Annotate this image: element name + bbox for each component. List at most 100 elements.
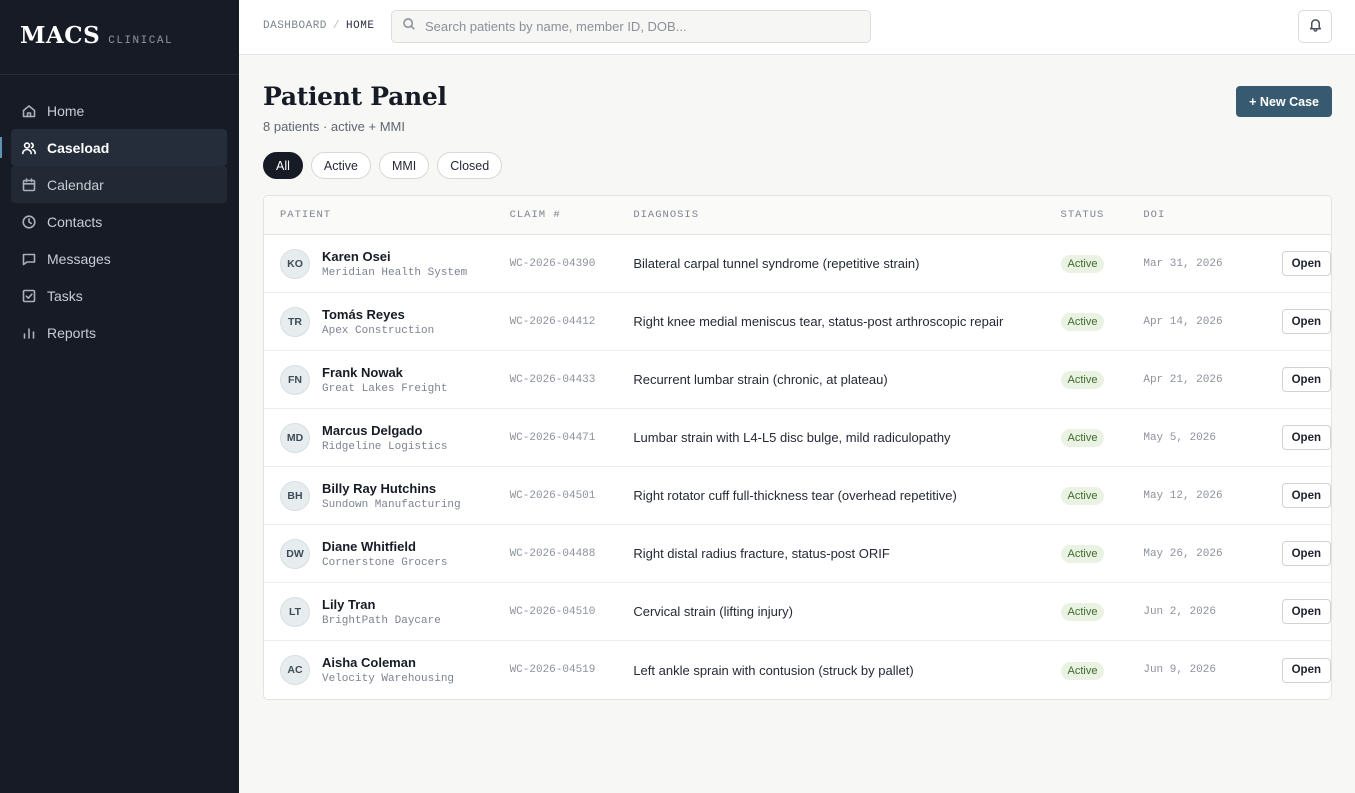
sidebar-item-messages[interactable]: Messages bbox=[0, 240, 227, 277]
clock-icon bbox=[20, 213, 38, 231]
patient-info: Tomás Reyes Apex Construction bbox=[322, 307, 434, 337]
breadcrumb: DASHBOARD / HOME bbox=[263, 20, 374, 32]
diagnosis: Right rotator cuff full-thickness tear (… bbox=[633, 488, 957, 503]
filter-closed[interactable]: Closed bbox=[437, 152, 503, 179]
filter-all[interactable]: All bbox=[263, 152, 303, 179]
claim-number: WC-2026-04501 bbox=[509, 489, 596, 502]
sidebar-nav: Home Caseload Calendar Contacts Messages Task… bbox=[0, 75, 239, 351]
patient-name[interactable]: Billy Ray Hutchins bbox=[322, 481, 461, 496]
sidebar-item-reports[interactable]: Reports bbox=[0, 314, 227, 351]
open-button[interactable]: Open bbox=[1281, 425, 1331, 450]
patient-employer: Sundown Manufacturing bbox=[322, 498, 461, 511]
status-badge: Active bbox=[1060, 313, 1105, 331]
claim-number: WC-2026-04519 bbox=[509, 664, 596, 676]
sidebar-item-home[interactable]: Home bbox=[0, 92, 227, 129]
patient-employer: Great Lakes Freight bbox=[322, 382, 448, 395]
header-status[interactable]: STATUS bbox=[1061, 209, 1144, 221]
sidebar-item-label: Reports bbox=[47, 324, 97, 341]
search-box[interactable] bbox=[391, 10, 871, 43]
patient-name[interactable]: Diane Whitfield bbox=[322, 539, 447, 554]
open-button[interactable]: Open bbox=[1281, 483, 1331, 508]
breadcrumb-current: HOME bbox=[346, 20, 375, 32]
patient-name[interactable]: Karen Osei bbox=[322, 249, 467, 264]
patient-name[interactable]: Frank Nowak bbox=[322, 365, 447, 380]
actions-cell: Open bbox=[1263, 367, 1331, 392]
search-input[interactable] bbox=[425, 19, 855, 34]
status-badge: Active bbox=[1060, 603, 1105, 621]
patient-name[interactable]: Marcus Delgado bbox=[322, 423, 447, 438]
claim-number: WC-2026-04433 bbox=[509, 373, 596, 386]
brand[interactable]: MACS CLINICAL bbox=[0, 0, 239, 75]
patient-employer: Apex Construction bbox=[322, 324, 435, 337]
header-claim[interactable]: CLAIM # bbox=[510, 209, 634, 221]
notifications-button[interactable] bbox=[1298, 10, 1332, 43]
patient-info: Diane Whitfield Cornerstone Grocers bbox=[322, 539, 447, 569]
table-row[interactable]: BH Billy Ray Hutchins Sundown Manufacturin… bbox=[264, 467, 1331, 525]
sidebar-item-contacts[interactable]: Contacts bbox=[0, 203, 227, 240]
new-case-button[interactable]: + New Case bbox=[1236, 86, 1332, 117]
date-of-injury: Jun 2, 2026 bbox=[1143, 605, 1216, 618]
patient-name[interactable]: Aisha Coleman bbox=[322, 655, 454, 670]
claim-number: WC-2026-04412 bbox=[509, 315, 596, 328]
header-doi[interactable]: DOI bbox=[1143, 209, 1263, 221]
message-icon bbox=[20, 250, 38, 268]
bar-chart-icon bbox=[20, 324, 38, 342]
patient-cell: TR Tomás Reyes Apex Construction bbox=[264, 306, 510, 337]
open-button[interactable]: Open bbox=[1281, 367, 1331, 392]
open-button[interactable]: Open bbox=[1281, 657, 1331, 683]
filter-pills: All Active MMI Closed bbox=[263, 152, 1332, 179]
avatar: LT bbox=[280, 596, 310, 627]
table-row[interactable]: AC Aisha Coleman Velocity Warehousing WC-20… bbox=[264, 641, 1331, 699]
sidebar-item-label: Messages bbox=[47, 250, 111, 267]
breadcrumb-dashboard[interactable]: DASHBOARD bbox=[263, 20, 327, 32]
header-patient[interactable]: PATIENT bbox=[264, 209, 510, 221]
patient-name[interactable]: Lily Tran bbox=[322, 597, 441, 612]
filter-mmi[interactable]: MMI bbox=[378, 152, 430, 179]
top-bar: DASHBOARD / HOME bbox=[239, 0, 1355, 55]
table-row[interactable]: DW Diane Whitfield Cornerstone Grocers WC-2… bbox=[264, 525, 1331, 583]
open-button[interactable]: Open bbox=[1281, 309, 1331, 334]
open-button[interactable]: Open bbox=[1281, 599, 1331, 624]
avatar: KO bbox=[280, 248, 310, 279]
page-title: Patient Panel bbox=[263, 82, 447, 111]
status-cell: Active bbox=[1060, 544, 1144, 563]
patient-employer: Ridgeline Logistics bbox=[322, 440, 448, 453]
status-cell: Active bbox=[1060, 661, 1144, 680]
patient-employer: Meridian Health System bbox=[322, 266, 468, 279]
patient-info: Billy Ray Hutchins Sundown Manufacturing bbox=[322, 481, 461, 511]
patient-name[interactable]: Tomás Reyes bbox=[322, 307, 434, 322]
open-button[interactable]: Open bbox=[1281, 541, 1331, 566]
sidebar-item-caseload[interactable]: Caseload bbox=[0, 129, 227, 166]
table-header: PATIENT CLAIM # DIAGNOSIS STATUS DOI bbox=[264, 196, 1331, 235]
actions-cell: Open bbox=[1263, 309, 1331, 334]
claim-number: WC-2026-04488 bbox=[509, 547, 596, 560]
status-cell: Active bbox=[1060, 370, 1144, 389]
search-icon bbox=[402, 17, 416, 36]
table-row[interactable]: LT Lily Tran BrightPath Daycare WC-2026-045… bbox=[264, 583, 1331, 641]
header-diagnosis[interactable]: DIAGNOSIS bbox=[633, 209, 1060, 221]
patient-info: Aisha Coleman Velocity Warehousing bbox=[322, 655, 454, 685]
status-badge: Active bbox=[1060, 545, 1105, 563]
sidebar-item-tasks[interactable]: Tasks bbox=[0, 277, 227, 314]
checkbox-icon bbox=[20, 287, 38, 305]
claim-number: WC-2026-04510 bbox=[509, 605, 596, 618]
open-button[interactable]: Open bbox=[1281, 251, 1331, 276]
status-cell: Active bbox=[1060, 602, 1144, 621]
actions-cell: Open bbox=[1263, 541, 1331, 566]
patient-info: Frank Nowak Great Lakes Freight bbox=[322, 365, 447, 395]
table-row[interactable]: TR Tomás Reyes Apex Construction WC-2026-04… bbox=[264, 293, 1331, 351]
actions-cell: Open bbox=[1263, 251, 1331, 276]
claim-number: WC-2026-04390 bbox=[509, 257, 596, 270]
filter-active[interactable]: Active bbox=[310, 152, 371, 179]
status-cell: Active bbox=[1060, 312, 1144, 331]
patient-cell: AC Aisha Coleman Velocity Warehousing bbox=[264, 655, 510, 685]
sidebar-item-label: Home bbox=[47, 102, 85, 119]
table-row[interactable]: KO Karen Osei Meridian Health System WC-202… bbox=[264, 235, 1331, 293]
diagnosis: Recurrent lumbar strain (chronic, at pla… bbox=[633, 372, 888, 387]
home-icon bbox=[20, 102, 38, 120]
avatar: MD bbox=[280, 422, 310, 453]
patient-info: Marcus Delgado Ridgeline Logistics bbox=[322, 423, 447, 453]
sidebar-item-calendar[interactable]: Calendar bbox=[11, 166, 227, 203]
table-row[interactable]: FN Frank Nowak Great Lakes Freight WC-2026-… bbox=[264, 351, 1331, 409]
table-row[interactable]: MD Marcus Delgado Ridgeline Logistics WC-20… bbox=[264, 409, 1331, 467]
